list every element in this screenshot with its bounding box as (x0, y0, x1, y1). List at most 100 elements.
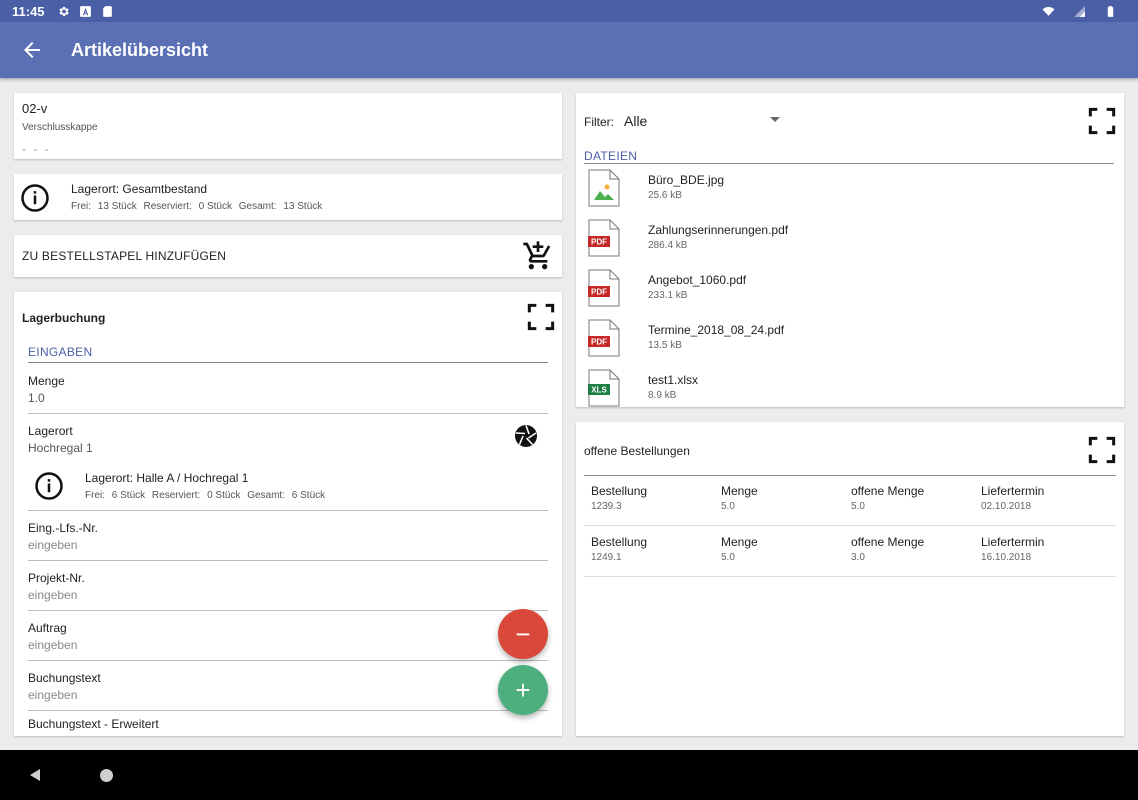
project-number-field[interactable]: Projekt-Nr. eingeben (28, 561, 548, 611)
stock-booking-card: Lagerbuchung EINGABEN Menge 1.0 Lagerort… (14, 292, 562, 736)
filter-dropdown[interactable]: Alle (624, 113, 780, 131)
field-label: Buchungstext - Erweitert (28, 717, 159, 731)
free-value: 6 Stück (111, 490, 146, 501)
page-title: Artikelübersicht (71, 39, 209, 60)
wifi-icon (1042, 6, 1055, 16)
section-divider (28, 362, 548, 363)
field-value: 1.0 (28, 391, 45, 405)
free-label: Frei: (85, 490, 105, 501)
quantity-field[interactable]: Menge 1.0 (28, 364, 548, 414)
file-name: test1.xlsx (648, 373, 699, 387)
order-field[interactable]: Auftrag eingeben (28, 611, 548, 661)
location-stock-label: Lagerort: Halle A / Hochregal 1 (85, 471, 249, 485)
stock-details: Frei: 13 Stück Reserviert: 0 Stück Gesam… (71, 201, 326, 212)
field-label: Menge (28, 374, 65, 388)
fullscreen-icon[interactable] (527, 303, 555, 331)
files-card: Filter: Alle DATEIEN Büro_BDE.jpg 25.6 k… (576, 93, 1124, 407)
arrow-back-icon[interactable] (20, 38, 44, 62)
open-orders-card: offene Bestellungen Bestellung 1239.3 Men… (576, 422, 1124, 736)
cell-value: 5.0 (721, 552, 735, 563)
nav-home-icon[interactable] (100, 769, 113, 782)
quantity-cell: Menge 5.0 (721, 535, 758, 563)
column-header: Menge (721, 484, 758, 498)
filter-value: Alle (624, 113, 648, 129)
column-header: Liefertermin (981, 484, 1045, 498)
total-label: Gesamt: (247, 490, 285, 501)
nav-back-icon[interactable] (28, 768, 42, 782)
file-item[interactable]: Büro_BDE.jpg 25.6 kB (584, 169, 1114, 217)
storage-location-field[interactable]: Lagerort Hochregal 1 Lagerort: Halle A /… (28, 414, 548, 511)
field-value: Hochregal 1 (28, 441, 93, 455)
booking-text-extended-field[interactable]: Buchungstext - Erweitert (28, 711, 548, 736)
field-placeholder: eingeben (28, 638, 78, 652)
booking-title: Lagerbuchung (22, 311, 106, 325)
booking-text-field[interactable]: Buchungstext eingeben (28, 661, 548, 711)
open-quantity-cell: offene Menge 5.0 (851, 484, 924, 512)
system-nav-bar (0, 750, 1138, 800)
total-stock-card: Lagerort: Gesamtbestand Frei: 13 Stück R… (14, 174, 562, 220)
total-value: 6 Stück (291, 490, 326, 501)
column-header: Bestellung (591, 484, 648, 498)
battery-icon (1107, 5, 1114, 17)
reserved-label: Reserviert: (151, 490, 201, 501)
field-label: Lagerort (28, 424, 73, 438)
xls-file-icon: XLS (588, 369, 620, 407)
cell-value: 3.0 (851, 552, 865, 563)
decrease-button[interactable]: − (498, 609, 548, 659)
fullscreen-icon[interactable] (1088, 107, 1116, 135)
file-name: Angebot_1060.pdf (648, 273, 747, 287)
add-shopping-cart-icon[interactable] (522, 240, 554, 272)
status-bar: 11:45 (0, 0, 1138, 22)
column-header: offene Menge (851, 484, 925, 498)
file-size: 286.4 kB (648, 240, 688, 251)
delivery-date-cell: Liefertermin 16.10.2018 (981, 535, 1044, 563)
file-name: Termine_2018_08_24.pdf (648, 323, 785, 337)
file-size: 13.5 kB (648, 340, 682, 351)
file-name: Zahlungserinnerungen.pdf (648, 223, 789, 237)
free-label: Frei: (71, 201, 91, 212)
sd-card-icon (102, 5, 112, 17)
file-item[interactable]: XLS test1.xlsx 8.9 kB (584, 369, 1114, 407)
reserved-value: 0 Stück (198, 201, 232, 212)
quantity-cell: Menge 5.0 (721, 484, 758, 512)
pdf-file-icon: PDF (588, 319, 620, 357)
add-to-order-stack-button[interactable]: ZU BESTELLSTAPEL HINZUFÜGEN (14, 235, 562, 277)
filter-label: Filter: (584, 115, 614, 129)
stock-location-label: Lagerort: Gesamtbestand (71, 182, 208, 196)
signal-icon (1074, 5, 1085, 17)
delivery-date-cell: Liefertermin 02.10.2018 (981, 484, 1044, 512)
info-icon (21, 184, 49, 212)
total-label: Gesamt: (238, 201, 277, 212)
open-quantity-cell: offene Menge 3.0 (851, 535, 924, 563)
cell-value: 02.10.2018 (981, 501, 1032, 512)
file-size: 233.1 kB (648, 290, 688, 301)
reserved-value: 0 Stück (207, 490, 241, 501)
free-value: 13 Stück (97, 201, 137, 212)
article-description: Verschlusskappe (22, 122, 98, 133)
order-number-cell: Bestellung 1239.3 (591, 484, 647, 512)
cell-value: 5.0 (851, 501, 865, 512)
inputs-section-header: EINGABEN (28, 345, 93, 359)
fullscreen-icon[interactable] (1088, 436, 1116, 464)
table-row[interactable]: Bestellung 1249.1 Menge 5.0 offene Menge 3.… (584, 527, 1116, 577)
field-placeholder: eingeben (28, 538, 78, 552)
camera-shutter-icon[interactable] (514, 424, 538, 448)
files-section-header: DATEIEN (584, 149, 638, 163)
field-label: Projekt-Nr. (28, 571, 85, 585)
table-row[interactable]: Bestellung 1239.3 Menge 5.0 offene Menge 5.… (584, 476, 1116, 526)
increase-button[interactable]: + (498, 665, 548, 715)
column-header: offene Menge (851, 535, 925, 549)
location-stock-details: Frei: 6 Stück Reserviert: 0 Stück Gesamt… (85, 490, 329, 501)
file-size: 25.6 kB (648, 190, 682, 201)
column-header: Bestellung (591, 535, 648, 549)
delivery-note-field[interactable]: Eing.-Lfs.-Nr. eingeben (28, 511, 548, 561)
column-header: Menge (721, 535, 758, 549)
field-label: Auftrag (28, 621, 67, 635)
file-item[interactable]: PDF Angebot_1060.pdf 233.1 kB (584, 269, 1114, 317)
pdf-badge: PDF (591, 338, 607, 347)
file-item[interactable]: PDF Termine_2018_08_24.pdf 13.5 kB (584, 319, 1114, 367)
cell-value: 1249.1 (591, 552, 622, 563)
file-item[interactable]: PDF Zahlungserinnerungen.pdf 286.4 kB (584, 219, 1114, 267)
info-icon (35, 472, 63, 500)
status-right (1042, 5, 1126, 18)
